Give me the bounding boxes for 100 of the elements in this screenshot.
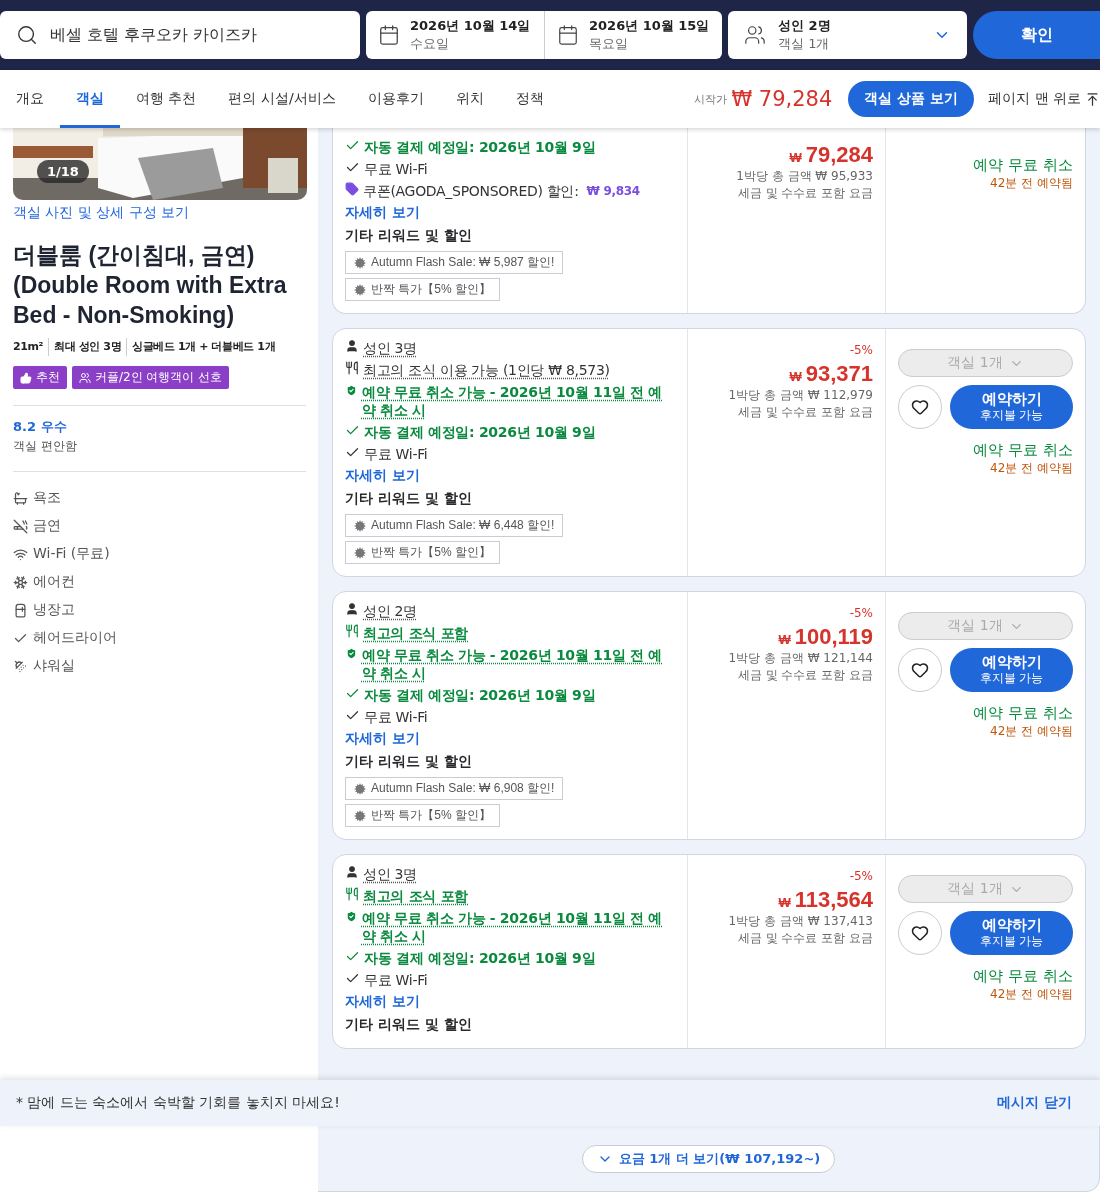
rate-feature: 예약 무료 취소 가능 - 2026년 10월 11일 전 예약 취소 시 (361, 646, 664, 682)
amenity-label: 욕조 (33, 489, 61, 507)
shield-check-icon (345, 646, 358, 661)
date-field[interactable]: 2026년 10월 15일 목요일 (544, 11, 722, 59)
rate-feature: 예약 무료 취소 가능 - 2026년 10월 11일 전 예약 취소 시 (361, 383, 664, 419)
details-link[interactable]: 자세히 보기 (345, 993, 675, 1011)
room-rating: 8.2 우수 (13, 418, 68, 436)
rate-feature: 예약 무료 취소 가능 - 2026년 10월 11일 전 예약 취소 시 (361, 909, 664, 945)
coupon-amount: ₩ 9,834 (586, 183, 640, 200)
total-price: 1박당 총 금액 ₩ 112,979 (728, 387, 873, 404)
rate-feature: 최고의 조식 포함 (363, 887, 469, 905)
recently-booked-label: 42분 전 예약됨 (989, 460, 1073, 477)
amenity-label: 에어컨 (33, 573, 75, 591)
details-link[interactable]: 자세히 보기 (345, 204, 675, 222)
amenity-label: Wi-Fi (무료) (33, 545, 110, 563)
rate-feature: 자동 결제 예정일: 2026년 10월 9일 (364, 423, 596, 441)
recently-booked-label: 42분 전 예약됨 (989, 175, 1073, 192)
fridge-icon (13, 602, 28, 618)
heart-icon (911, 661, 929, 679)
discount-label: -5% (849, 606, 873, 620)
no-smoking-icon (13, 518, 28, 534)
date-field[interactable]: 2026년 10월 14일 수요일 (366, 11, 544, 59)
gear-icon (354, 519, 366, 532)
gear-icon (354, 809, 366, 822)
calendar-icon (557, 24, 579, 46)
section-tab[interactable]: 위치 (439, 70, 500, 128)
search-icon (16, 24, 38, 46)
arrow-up-icon (1085, 91, 1100, 107)
person-icon (345, 865, 359, 879)
tax-note: 세금 및 수수료 포함 요금 (737, 404, 873, 421)
discount-label: -5% (849, 343, 873, 357)
section-tab[interactable]: 정책 (499, 70, 560, 128)
back-to-top-link[interactable]: 페이지 맨 위로 (988, 90, 1100, 108)
free-cancellation-label: 예약 무료 취소 (972, 156, 1073, 175)
amenity-label: 헤어드라이어 (33, 629, 117, 647)
banner-message: * 맘에 드는 숙소에서 숙박할 기회를 놓치지 마세요! (16, 1094, 341, 1112)
room-spec: 최대 성인 3명 (48, 338, 122, 356)
favorite-button[interactable] (898, 911, 942, 955)
more-rates-button[interactable]: 요금 1개 더 보기(₩ 107,192~) (581, 1144, 836, 1173)
tax-note: 세금 및 수수료 포함 요금 (737, 667, 873, 684)
rate-price: ₩ 100,119 (778, 624, 873, 650)
favorite-button[interactable] (898, 385, 942, 429)
book-button[interactable]: 예약하기 후지불 가능 (950, 911, 1073, 955)
reward-chip: Autumn Flash Sale: ₩ 5,987 할인! (345, 251, 564, 274)
section-tab[interactable]: 편의 시설/서비스 (212, 70, 352, 128)
rate-feature: 자동 결제 예정일: 2026년 10월 9일 (364, 686, 596, 704)
rate-feature: 무료 Wi-Fi (364, 445, 428, 463)
rate-feature: 자동 결제 예정일: 2026년 10월 9일 (364, 949, 596, 967)
people-icon (79, 371, 91, 384)
tax-note: 세금 및 수수료 포함 요금 (737, 930, 873, 947)
utensils-icon (345, 624, 359, 638)
reward-chip: Autumn Flash Sale: ₩ 6,908 할인! (345, 777, 564, 800)
free-cancellation-label: 예약 무료 취소 (972, 441, 1073, 460)
search-field[interactable]: 베셀 호텔 후쿠오카 카이즈카 (0, 11, 360, 59)
guests-field[interactable]: 성인 2명 객실 1개 (728, 11, 967, 59)
rate-feature: 자동 결제 예정일: 2026년 10월 9일 (364, 138, 596, 156)
gear-icon (354, 782, 366, 795)
heart-icon (911, 398, 929, 416)
rating-label: 객실 편안함 (13, 438, 78, 455)
room-tag: 추천 (13, 366, 67, 389)
gear-icon (354, 546, 366, 559)
room-photos-link[interactable]: 객실 사진 및 상세 구성 보기 (13, 204, 306, 222)
rate-feature: 쿠폰(AGODA_SPONSORED) 할인: (363, 182, 579, 200)
bathtub-icon (13, 490, 28, 506)
rewards-heading: 기타 리워드 및 할인 (345, 753, 473, 771)
section-tab[interactable]: 개요 (0, 70, 60, 128)
people-icon (744, 24, 766, 46)
shield-check-icon (345, 383, 358, 398)
utensils-icon (345, 361, 359, 375)
thumbs-up-icon (20, 371, 32, 384)
starting-price: ₩ 79,284 (731, 87, 833, 111)
reward-chip: 반짝 특가【5% 할인】 (345, 804, 500, 827)
person-icon (345, 602, 359, 616)
free-cancellation-label: 예약 무료 취소 (972, 967, 1073, 986)
rewards-heading: 기타 리워드 및 할인 (345, 1016, 473, 1034)
rewards-heading: 기타 리워드 및 할인 (345, 227, 473, 245)
details-link[interactable]: 자세히 보기 (345, 467, 675, 485)
section-tab[interactable]: 이용후기 (351, 70, 440, 128)
confirm-button[interactable]: 확인 (973, 11, 1100, 59)
rate-feature: 최고의 조식 포함 (363, 624, 469, 642)
person-icon (345, 339, 359, 353)
room-title: 더블룸 (간이침대, 금연) (Double Room with Extra Bed - Non-Smoking) (13, 241, 288, 330)
book-button[interactable]: 예약하기 후지불 가능 (950, 648, 1073, 692)
wifi-icon (13, 546, 28, 562)
rate-feature: 무료 Wi-Fi (364, 971, 428, 989)
section-tab[interactable]: 여행 추천 (120, 70, 213, 128)
details-link[interactable]: 자세히 보기 (345, 730, 675, 748)
book-button[interactable]: 예약하기 후지불 가능 (950, 385, 1073, 429)
gear-icon (354, 256, 366, 269)
reward-chip: 반짝 특가【5% 할인】 (345, 541, 500, 564)
room-spec: 21m² (13, 339, 43, 355)
rate-feature: 무료 Wi-Fi (364, 160, 428, 178)
favorite-button[interactable] (898, 648, 942, 692)
free-cancellation-label: 예약 무료 취소 (972, 704, 1073, 723)
rate-price: ₩ 113,564 (778, 887, 873, 913)
close-message-link[interactable]: 메시지 닫기 (997, 1094, 1072, 1112)
utensils-icon (345, 887, 359, 901)
total-price: 1박당 총 금액 ₩ 121,144 (728, 650, 873, 667)
view-offers-button[interactable]: 객실 상품 보기 (848, 81, 975, 117)
reward-chip: 반짝 특가【5% 할인】 (345, 278, 500, 301)
